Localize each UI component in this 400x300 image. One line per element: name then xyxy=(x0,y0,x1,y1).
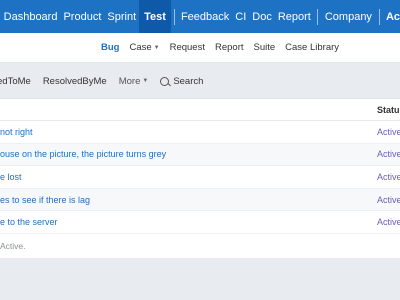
subnav-request[interactable]: Request xyxy=(165,42,210,53)
nav-ci[interactable]: CI xyxy=(232,0,249,33)
subnav-report[interactable]: Report xyxy=(210,42,249,53)
status-badge: Active xyxy=(377,171,400,182)
table-row: not right Active xyxy=(0,121,400,144)
subnav-case[interactable]: Case ▼ xyxy=(124,42,164,53)
bug-title-link[interactable]: es to see if there is lag xyxy=(0,195,90,205)
nav-dashboard[interactable]: Dashboard xyxy=(1,0,61,33)
bug-title-link[interactable]: not right xyxy=(0,127,33,137)
subnav-request-label: Request xyxy=(169,42,205,53)
search-label: Search xyxy=(173,75,204,87)
table-row: ouse on the picture, the picture turns g… xyxy=(0,143,400,167)
nav-doc[interactable]: Doc xyxy=(249,0,275,33)
search-toggle[interactable]: Search xyxy=(154,76,209,87)
nav-divider xyxy=(378,8,380,25)
filter-more-label: More xyxy=(118,75,141,87)
subnav-case-label: Case xyxy=(129,42,152,53)
caret-down-icon: ▼ xyxy=(153,44,160,51)
subnav-bug-label: Bug xyxy=(100,42,120,53)
nav-test[interactable]: Test xyxy=(139,0,171,33)
status-column-header[interactable]: Status xyxy=(377,105,400,115)
top-navbar: Dashboard Product Sprint Test Feedback C… xyxy=(0,0,400,33)
filter-assigned-to-me[interactable]: edToMe xyxy=(0,76,37,87)
bug-table: Status not right Active ouse on the pict… xyxy=(0,98,400,258)
subnav-suite[interactable]: Suite xyxy=(249,42,281,53)
status-badge: Active xyxy=(377,149,400,160)
table-body: not right Active ouse on the picture, th… xyxy=(0,121,400,234)
main-nav: Dashboard Product Sprint Test Feedback C… xyxy=(1,0,400,33)
table-row: es to see if there is lag Active xyxy=(0,188,400,212)
caret-down-icon: ▼ xyxy=(142,78,149,84)
bug-title-link[interactable]: ouse on the picture, the picture turns g… xyxy=(0,149,166,159)
nav-sprint[interactable]: Sprint xyxy=(104,0,139,33)
table-header: Status xyxy=(0,99,400,121)
bug-title-link[interactable]: e lost xyxy=(0,172,22,182)
nav-product[interactable]: Product xyxy=(60,0,104,33)
nav-admin-partial[interactable]: Ac xyxy=(383,0,400,33)
table-footer-note: Active. xyxy=(0,240,26,251)
sub-navbar: Bug Case ▼ Request Report Suite Case Lib… xyxy=(0,33,400,63)
nav-divider xyxy=(316,8,318,25)
nav-company[interactable]: Company xyxy=(321,0,376,33)
subnav-case-library[interactable]: Case Library xyxy=(280,42,344,53)
search-icon xyxy=(160,76,170,86)
bug-title-link[interactable]: e to the server xyxy=(0,217,58,227)
status-badge: Active xyxy=(377,194,400,205)
filter-bar: edToMe ResolvedByMe More ▼ Search xyxy=(0,67,400,95)
nav-divider xyxy=(173,8,175,25)
nav-report[interactable]: Report xyxy=(275,0,314,33)
subnav-suite-label: Suite xyxy=(253,42,276,53)
status-badge: Active xyxy=(377,217,400,228)
filter-resolved-by-me[interactable]: ResolvedByMe xyxy=(37,76,113,87)
table-row: e to the server Active xyxy=(0,211,400,234)
status-badge: Active xyxy=(377,126,400,137)
nav-feedback[interactable]: Feedback xyxy=(178,0,232,33)
subnav-bug[interactable]: Bug xyxy=(96,42,124,53)
subnav-report-label: Report xyxy=(214,42,244,53)
filter-more-dropdown[interactable]: More ▼ xyxy=(113,76,155,87)
subnav-case-library-label: Case Library xyxy=(285,42,340,53)
table-row: e lost Active xyxy=(0,166,400,189)
